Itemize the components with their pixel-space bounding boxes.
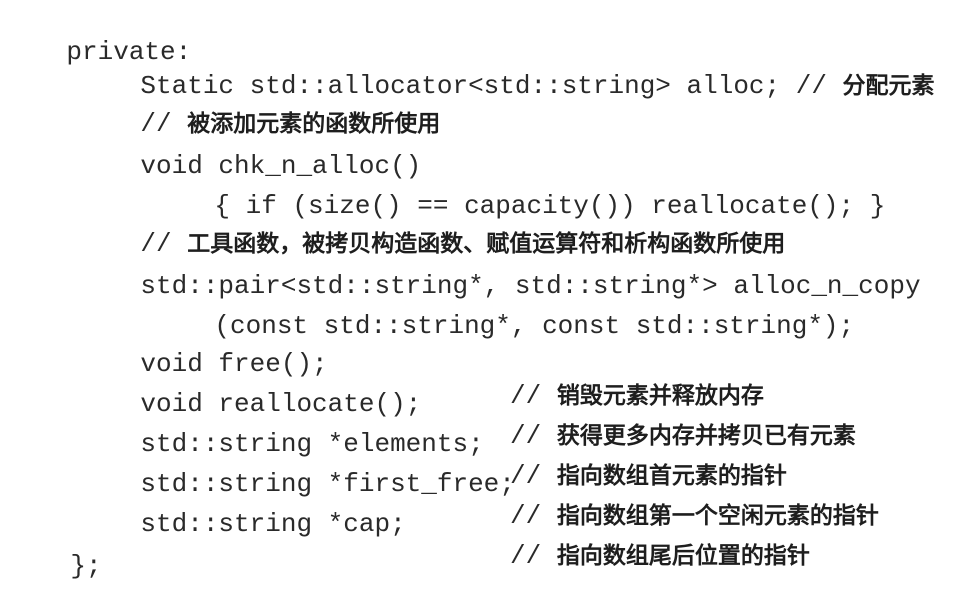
code-text: }; <box>70 551 102 581</box>
comment-text: 分配元素 <box>842 72 935 99</box>
inline-comment: 分配元素 <box>843 71 935 101</box>
comment-text: 指向数组尾后位置的指针 <box>556 542 810 569</box>
code-line-comment-used-by-adders: // 被添加元素的函数所使用 <box>78 76 440 139</box>
code-line-alloc-declaration: Static std::allocator<std::string> alloc… <box>78 38 934 101</box>
code-line-alloc-n-copy-params: (const std::string*, const std::string*)… <box>152 278 854 341</box>
code-line-elements: std::string *elements; // 指向数组首元素的指针 <box>78 396 958 491</box>
code-line-alloc-n-copy-signature: std::pair<std::string*, std::string*> al… <box>78 238 920 301</box>
code-line-cap: std::string *cap; // 指向数组尾后位置的指针 <box>78 476 958 571</box>
code-text: std::string *cap; <box>140 509 406 539</box>
inline-comment: // 指向数组尾后位置的指针 <box>510 540 810 572</box>
code-line-chk-n-alloc: void chk_n_alloc() <box>78 118 421 181</box>
code-line-reallocate: void reallocate(); // 获得更多内存并拷贝已有元素 <box>78 356 958 451</box>
code-line-chk-n-alloc-body: { if (size() == capacity()) reallocate()… <box>152 158 885 221</box>
comment-prefix: // <box>510 541 557 571</box>
code-listing: private: Static std::allocator<std::stri… <box>0 0 963 581</box>
code-line-free: void free(); // 销毁元素并释放内存 <box>78 316 958 411</box>
code-line-private-label: private: <box>4 4 191 67</box>
code-line-first-free: std::string *first_free; // 指向数组第一个空闲元素的… <box>78 436 958 531</box>
code-line-comment-utility-functions: // 工具函数，被拷贝构造函数、赋值运算符和析构函数所使用 <box>78 196 785 259</box>
code-line-closing-brace: }; <box>8 518 101 581</box>
